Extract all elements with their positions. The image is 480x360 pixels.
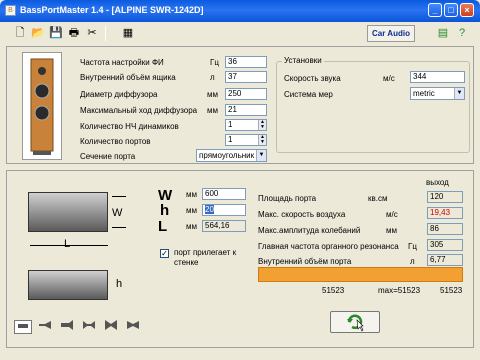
woofer-count-value: 1: [228, 120, 233, 129]
window-title: BassPortMaster 1.4 - [ALPINE SWR-1242D]: [20, 5, 204, 15]
port-area-label: Площадь порта: [258, 194, 317, 203]
port-count-input[interactable]: 1 ▲ ▼: [225, 134, 267, 146]
port-length-output: 564,16: [202, 220, 246, 232]
port-count-value: 1: [228, 135, 233, 144]
port-height-symbol: h: [160, 202, 170, 219]
car-audio-button[interactable]: Car Audio: [367, 25, 415, 42]
woofer-count-input[interactable]: 1 ▲ ▼: [225, 119, 267, 131]
units-system-value: metric: [413, 89, 435, 98]
toolbar: 🗋 📂 💾 🖶 ✂ ▦ Car Audio ▤ ?: [3, 23, 477, 45]
port-type-rect-icon[interactable]: [14, 320, 32, 334]
port-wall-label: порт прилегает к стенке: [174, 248, 237, 267]
reynolds-bar: [258, 267, 463, 282]
woofer-count-label: Количество НЧ динамиков: [80, 122, 179, 131]
calculate-button[interactable]: [330, 311, 380, 333]
cone-diameter-unit: мм: [207, 90, 218, 99]
help-icon[interactable]: ?: [455, 26, 469, 40]
port-volume-label: Внутренний объём порта: [258, 257, 352, 266]
air-velocity-unit: м/с: [386, 210, 398, 219]
port-width-unit: мм: [186, 190, 197, 199]
port-width-symbol: W: [158, 187, 173, 204]
save-icon[interactable]: 💾: [49, 26, 63, 40]
notes-icon[interactable]: ▤: [436, 26, 450, 40]
settings-group-label: Установки: [282, 56, 324, 65]
toolbar-separator: [105, 26, 106, 41]
maximize-button[interactable]: □: [444, 3, 458, 17]
port-count-spinner[interactable]: ▲ ▼: [258, 135, 266, 145]
box-volume-unit: л: [210, 73, 215, 82]
port-section-label: Сечение порта: [80, 152, 136, 161]
port-height-input[interactable]: 20: [202, 204, 246, 216]
max-amplitude-label: Макс.амплитуда колебаний: [258, 226, 361, 235]
woofer-count-spinner[interactable]: ▲ ▼: [258, 120, 266, 130]
cone-diameter-label: Диаметр диффузора: [80, 90, 158, 99]
port-length-unit: мм: [186, 222, 197, 231]
app-window: B BassPortMaster 1.4 - [ALPINE SWR-1242D…: [0, 0, 480, 360]
tuning-frequency-label: Частота настройки ФИ: [80, 58, 164, 67]
port-type-bow-icon[interactable]: [102, 320, 120, 334]
port-type-double-flare-icon[interactable]: [80, 320, 98, 334]
output-header: выход: [426, 178, 449, 187]
port-type-horn-icon[interactable]: [58, 320, 76, 334]
port-volume-unit: л: [410, 257, 415, 266]
box-volume-label: Внутренний объём ящика: [80, 73, 176, 82]
max-excursion-unit: мм: [207, 106, 218, 115]
reynolds-right-value: 51523: [440, 286, 463, 295]
port-section-value: прямоугольник: [199, 151, 255, 160]
chevron-down-icon[interactable]: ▼: [256, 150, 266, 161]
port-height-unit: мм: [186, 206, 197, 215]
max-amplitude-output: 86: [427, 223, 463, 235]
new-icon[interactable]: 🗋: [13, 26, 27, 40]
tuning-frequency-unit: Гц: [210, 58, 219, 67]
app-icon: B: [5, 5, 16, 16]
max-excursion-input[interactable]: 21: [225, 104, 267, 116]
print-icon[interactable]: 🖶: [67, 26, 81, 40]
organ-resonance-unit: Гц: [408, 242, 417, 251]
sound-speed-label: Скорость звука: [284, 74, 341, 83]
port-volume-output: 6,77: [427, 254, 463, 266]
port-wall-checkbox[interactable]: ✓: [160, 249, 169, 258]
port-width-input[interactable]: 600: [202, 188, 246, 200]
port-area-unit: кв.см: [368, 194, 388, 203]
max-amplitude-unit: мм: [386, 226, 397, 235]
speaker-image: [22, 52, 62, 160]
units-system-label: Система мер: [284, 90, 333, 99]
box-volume-input[interactable]: 37: [225, 71, 267, 83]
sound-speed-unit: м/с: [383, 74, 395, 83]
chevron-down-icon[interactable]: ▼: [454, 88, 464, 99]
air-velocity-output: 19,43: [427, 207, 463, 219]
port-count-label: Количество портов: [80, 137, 151, 146]
length-dimension-label: L: [64, 238, 71, 250]
max-excursion-label: Максимальный ход диффузора: [80, 106, 198, 115]
height-dimension-label: h: [116, 278, 123, 290]
reynolds-left-value: 51523: [322, 286, 345, 295]
reynolds-max-value: max=51523: [378, 286, 421, 295]
refresh-icon: [347, 314, 364, 332]
organ-resonance-label: Главная частота органного резонанса: [258, 242, 399, 251]
port-type-wide-bow-icon[interactable]: [124, 320, 142, 334]
port-height-value: 20: [205, 205, 214, 214]
minimize-button[interactable]: _: [428, 3, 442, 17]
tuning-frequency-input[interactable]: 36: [225, 56, 267, 68]
calculator-icon[interactable]: ▦: [121, 26, 135, 40]
open-icon[interactable]: 📂: [31, 26, 45, 40]
sound-speed-input[interactable]: 344: [410, 71, 465, 83]
title-bar[interactable]: B BassPortMaster 1.4 - [ALPINE SWR-1242D…: [0, 0, 480, 22]
port-length-symbol: L: [158, 218, 168, 235]
port-width-diagram: [28, 192, 108, 232]
air-velocity-label: Макс. скорость воздуха: [258, 210, 346, 219]
close-button[interactable]: ×: [460, 3, 474, 17]
cut-icon[interactable]: ✂: [85, 26, 99, 40]
organ-resonance-output: 305: [427, 239, 463, 251]
port-area-output: 120: [427, 191, 463, 203]
port-type-flare-icon[interactable]: [36, 320, 54, 334]
width-dimension-label: W: [112, 207, 123, 219]
port-section-select[interactable]: прямоугольник ▼: [196, 149, 267, 162]
port-height-diagram: [28, 270, 108, 300]
units-system-select[interactable]: metric ▼: [410, 87, 465, 100]
cone-diameter-input[interactable]: 250: [225, 88, 267, 100]
